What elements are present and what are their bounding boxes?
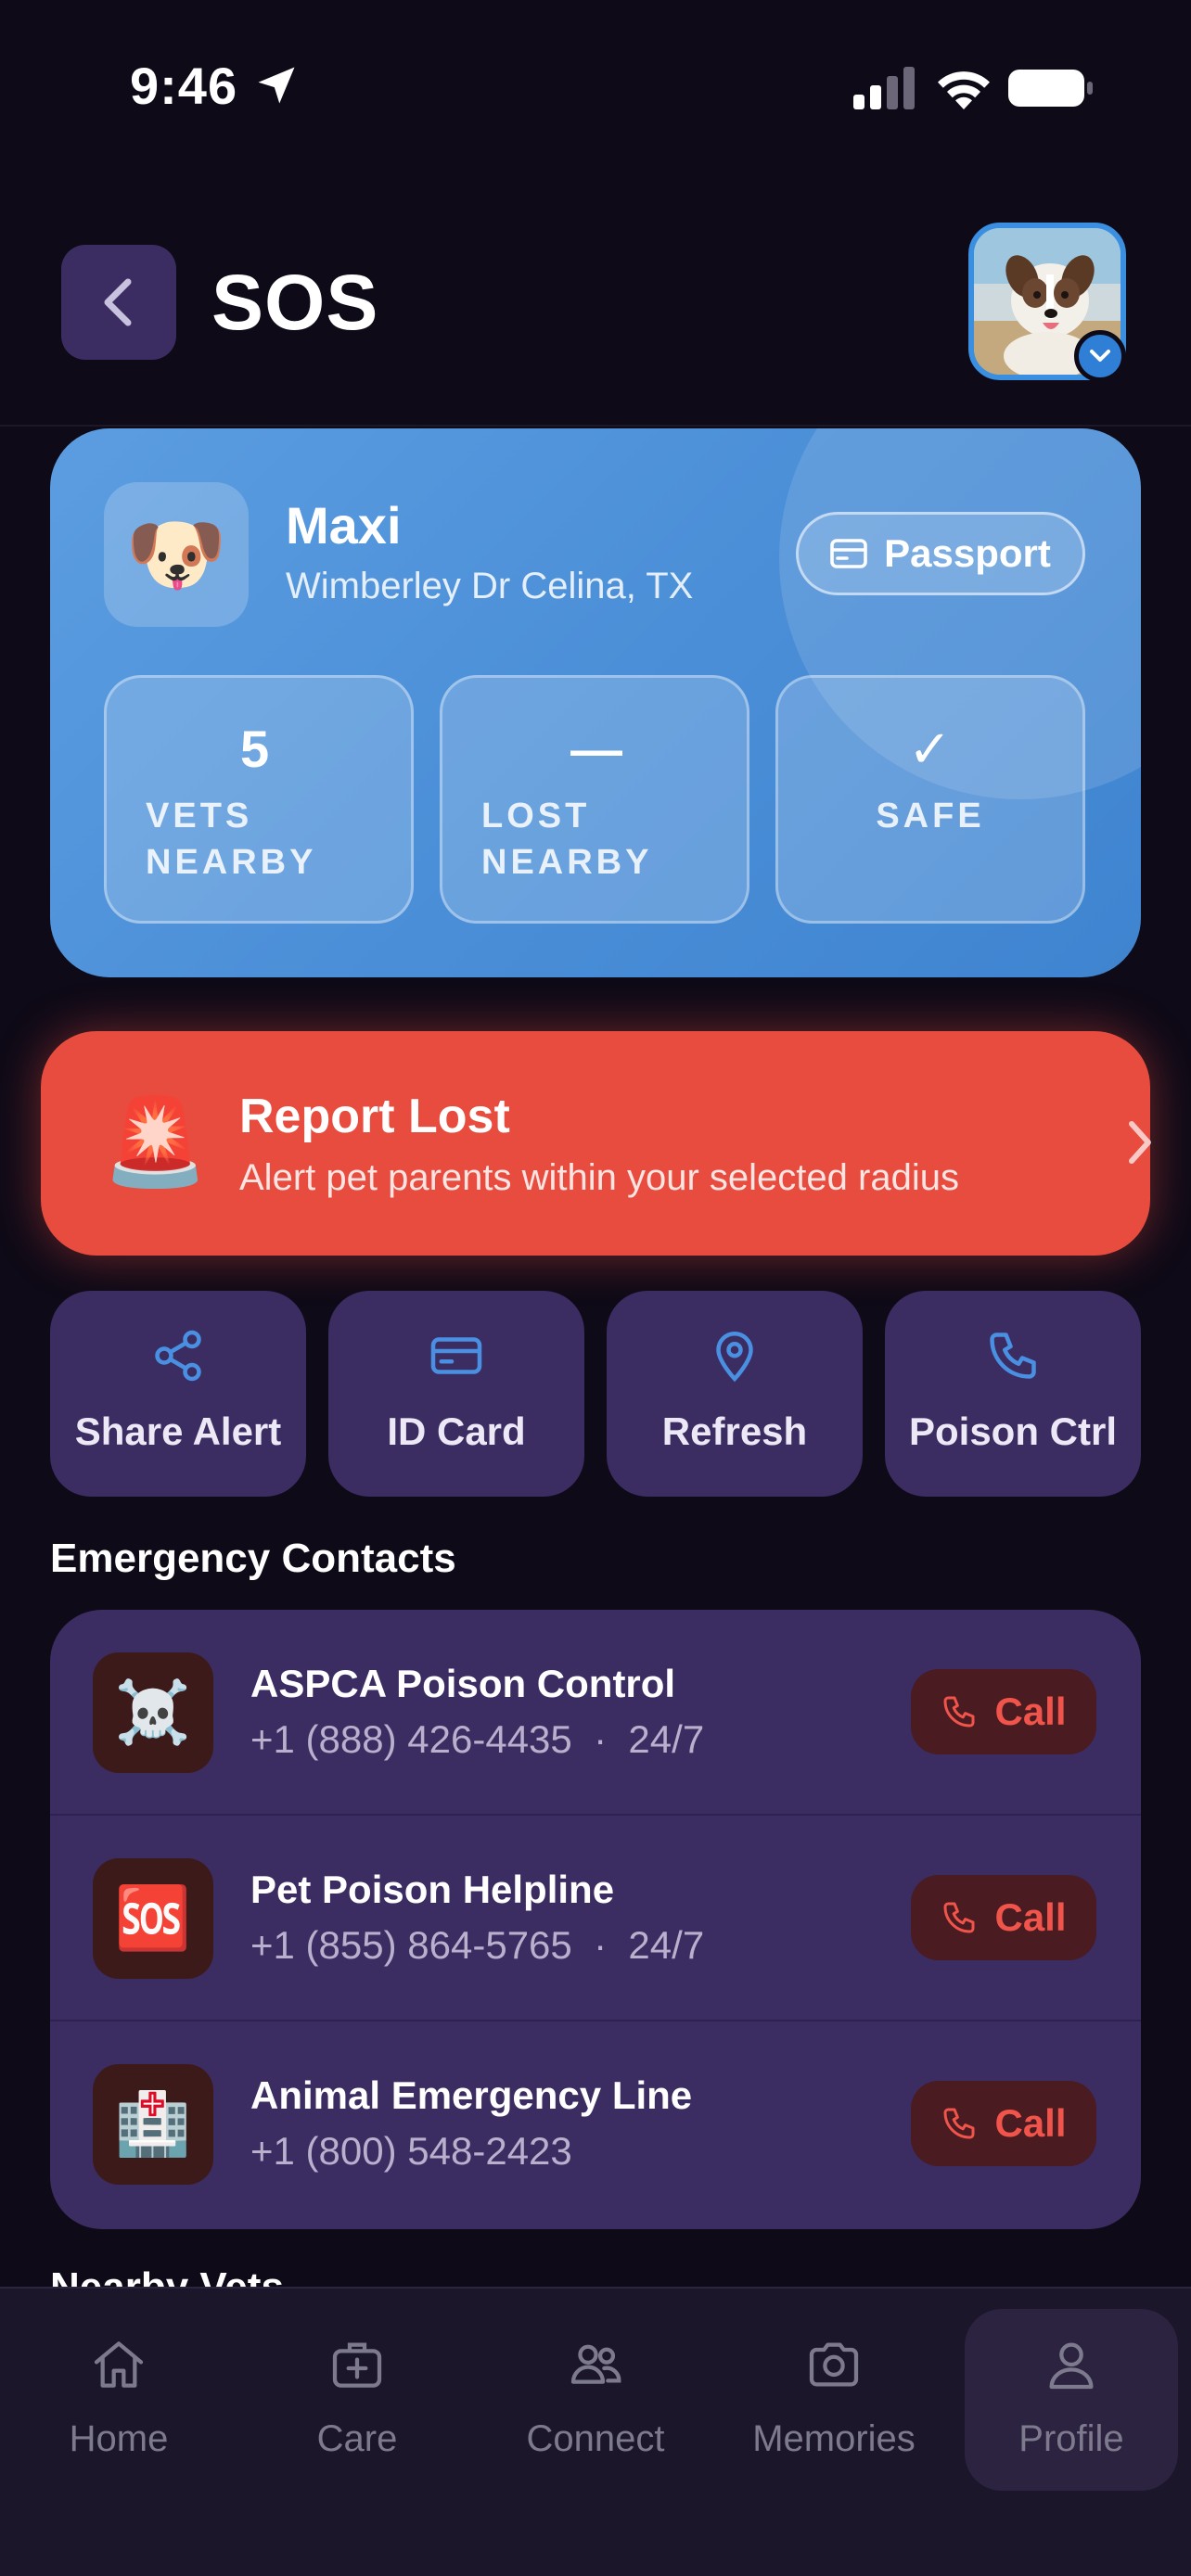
- stat-label-line: LOST: [481, 797, 591, 835]
- phone-icon: [990, 1333, 1036, 1379]
- contact-row-animal-emergency: 🏥 Animal Emergency Line +1 (800) 548-242…: [50, 2021, 1141, 2227]
- contact-name: Animal Emergency Line: [250, 2073, 693, 2117]
- stat-value: 5: [240, 720, 270, 778]
- back-button[interactable]: [61, 245, 176, 360]
- quick-action-label: Refresh: [661, 1409, 808, 1453]
- tab-profile[interactable]: Profile: [965, 2309, 1178, 2491]
- call-label: Call: [994, 1895, 1067, 1939]
- tab-label: Memories: [752, 2418, 916, 2459]
- stat-value: —: [570, 720, 622, 778]
- page-title: SOS: [211, 259, 379, 346]
- tab-connect[interactable]: Connect: [489, 2309, 702, 2491]
- pet-address: Wimberley Dr Celina, TX: [286, 566, 694, 606]
- stat-label-line: VETS: [146, 797, 253, 835]
- tab-label: Profile: [1018, 2418, 1124, 2459]
- refresh-button[interactable]: Refresh: [607, 1291, 863, 1497]
- contact-row-aspca: ☠️ ASPCA Poison Control +1 (888) 426-443…: [50, 1610, 1141, 1816]
- people-icon: [570, 2344, 621, 2384]
- care-kit-icon: [332, 2342, 382, 2388]
- tab-memories[interactable]: Memories: [727, 2309, 941, 2491]
- tab-label: Care: [316, 2418, 398, 2459]
- phone-icon: [943, 2108, 975, 2139]
- stat-label-line: NEARBY: [146, 843, 317, 882]
- chevron-right-icon: [1129, 1121, 1151, 1164]
- emergency-contacts-list: ☠️ ASPCA Poison Control +1 (888) 426-443…: [50, 1610, 1141, 2229]
- chevron-down-icon: [1090, 350, 1110, 362]
- sos-icon: 🆘: [93, 1858, 213, 1979]
- battery-icon: [1008, 70, 1093, 107]
- tab-label: Home: [69, 2418, 169, 2459]
- person-icon: [1049, 2342, 1094, 2390]
- passport-card-icon: [830, 539, 867, 568]
- tab-home[interactable]: Home: [12, 2309, 225, 2491]
- passport-label: Passport: [884, 531, 1051, 575]
- share-icon: [155, 1330, 201, 1382]
- quick-action-label: ID Card: [387, 1409, 526, 1453]
- poison-control-button[interactable]: Poison Ctrl: [885, 1291, 1141, 1497]
- stat-vets-nearby[interactable]: 5 VETS NEARBY: [104, 675, 414, 924]
- contact-row-pet-poison: 🆘 Pet Poison Helpline +1 (855) 864-5765 …: [50, 1816, 1141, 2021]
- wifi-icon: [938, 71, 990, 109]
- stat-label-line: SAFE: [876, 797, 985, 835]
- stat-safe[interactable]: ✓ SAFE: [775, 675, 1085, 924]
- call-button[interactable]: Call: [911, 2081, 1096, 2166]
- call-label: Call: [994, 2101, 1067, 2145]
- status-time: 9:46: [130, 57, 238, 115]
- id-card-icon: [430, 1337, 482, 1374]
- stat-label-line: NEARBY: [481, 843, 653, 882]
- hospital-icon: 🏥: [93, 2064, 213, 2185]
- cellular-signal-icon: [853, 67, 915, 109]
- report-lost-subtitle: Alert pet parents within your selected r…: [239, 1157, 959, 1198]
- quick-action-label: Share Alert: [74, 1409, 282, 1453]
- location-arrow-icon: [258, 67, 295, 104]
- stat-lost-nearby[interactable]: — LOST NEARBY: [440, 675, 749, 924]
- location-pin-icon: [716, 1332, 753, 1383]
- chevron-left-icon: [104, 278, 132, 326]
- tab-bar: Home Care Connect Memories Profile: [0, 2287, 1191, 2576]
- call-label: Call: [994, 1690, 1067, 1733]
- sos-screen: 9:46 SOS 🐶 Maxi Wimberley Dr Celina, TX …: [0, 0, 1191, 2576]
- phone-icon: [943, 1902, 975, 1933]
- contact-phone-hours: +1 (800) 548-2423: [250, 2129, 572, 2173]
- id-card-button[interactable]: ID Card: [328, 1291, 584, 1497]
- phone-icon: [943, 1696, 975, 1728]
- call-button[interactable]: Call: [911, 1669, 1096, 1754]
- report-lost-title: Report Lost: [239, 1090, 510, 1143]
- tab-care[interactable]: Care: [250, 2309, 464, 2491]
- passport-button[interactable]: Passport: [796, 512, 1085, 595]
- quick-action-label: Poison Ctrl: [908, 1409, 1117, 1453]
- avatar-switch-badge[interactable]: [1074, 330, 1126, 382]
- stat-label: SAFE: [778, 793, 1082, 839]
- tab-label: Connect: [526, 2418, 665, 2459]
- emergency-contacts-title: Emergency Contacts: [50, 1536, 456, 1581]
- siren-icon: 🚨: [102, 1095, 209, 1190]
- contact-phone-hours: +1 (855) 864-5765 · 24/7: [250, 1923, 705, 1967]
- pet-emoji-icon: 🐶: [104, 482, 249, 627]
- header: SOS: [0, 204, 1191, 427]
- contact-name: ASPCA Poison Control: [250, 1662, 676, 1705]
- contact-name: Pet Poison Helpline: [250, 1868, 615, 1911]
- camera-icon: [809, 2342, 859, 2387]
- contact-phone-hours: +1 (888) 426-4435 · 24/7: [250, 1717, 705, 1761]
- stat-label: LOST NEARBY: [481, 793, 652, 886]
- call-button[interactable]: Call: [911, 1875, 1096, 1960]
- home-icon: [94, 2341, 144, 2388]
- stat-label: VETS NEARBY: [146, 793, 316, 886]
- skull-icon: ☠️: [93, 1652, 213, 1773]
- pet-status-card: 🐶 Maxi Wimberley Dr Celina, TX Passport …: [50, 428, 1141, 977]
- safe-check-icon: ✓: [908, 720, 952, 778]
- report-lost-button[interactable]: 🚨 Report Lost Alert pet parents within y…: [41, 1031, 1151, 1256]
- share-alert-button[interactable]: Share Alert: [50, 1291, 306, 1497]
- pet-name: Maxi: [286, 496, 402, 555]
- status-bar: 9:46: [0, 0, 1191, 176]
